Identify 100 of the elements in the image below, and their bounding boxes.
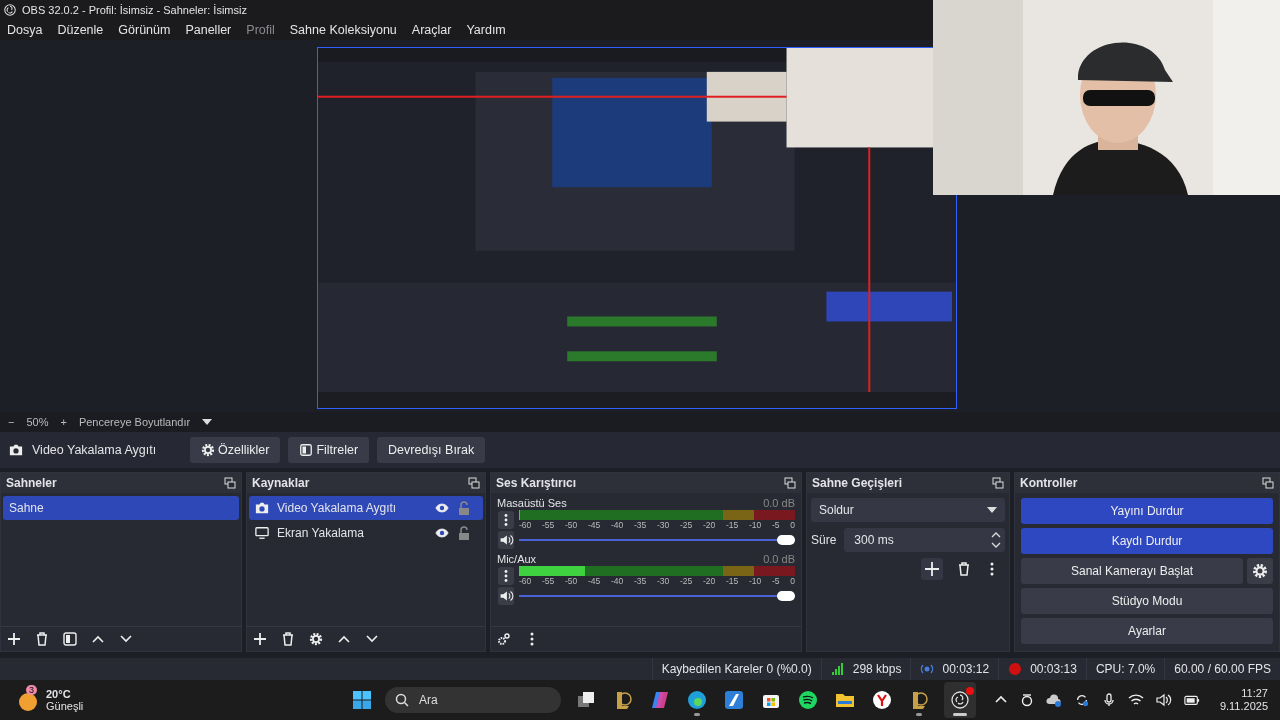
volume-slider[interactable] [519,590,795,602]
toolbar-button[interactable]: Devredışı Bırak [377,437,486,463]
scale-label: -45 [588,576,601,586]
menu-item[interactable]: Sahne Koleksiyonu [289,23,397,37]
scale-label: -40 [611,520,624,530]
transition-dropdown[interactable]: Soldur [811,498,1005,522]
zoom-in-button[interactable]: + [60,416,67,428]
scale-label: 0 [790,520,795,530]
zoom-level: 50% [26,416,49,428]
volume-slider[interactable] [519,534,795,546]
wifi-icon[interactable] [1127,693,1144,707]
menu-item[interactable]: Yardım [466,23,506,37]
speaker-icon[interactable] [497,587,515,605]
scale-label: -45 [588,520,601,530]
scale-label: -25 [680,520,693,530]
task-view-icon[interactable] [576,690,596,710]
volume-reading: 0.0 dB [763,553,795,565]
scale-label: -60 [519,576,532,586]
caret-down-icon[interactable] [202,419,213,425]
spin-arrows-icon[interactable] [991,530,1001,550]
record-time: 00:03:13 [1030,662,1077,676]
scale-label: -30 [657,576,670,586]
camera-lens-icon[interactable] [1019,693,1034,707]
cloud-icon[interactable] [1045,693,1062,707]
trash-icon[interactable] [35,632,49,646]
trash-icon[interactable] [957,562,971,576]
panel-title: Sahneler [6,476,57,490]
control-button[interactable]: Kaydı Durdur [1021,528,1273,554]
notification-badge: 3 [26,685,37,695]
clock-date[interactable]: 9.11.2025 [1219,700,1268,713]
browser-icon[interactable] [872,690,892,710]
scale-label: -35 [634,520,647,530]
channel-name: Masaüstü Ses [497,497,567,509]
undock-icon[interactable] [224,477,236,489]
scale-label: -15 [726,520,739,530]
undock-icon[interactable] [468,477,480,489]
source-name: Video Yakalama Aygıtı [277,501,398,515]
control-button[interactable]: Yayını Durdur [1021,498,1273,524]
slider-thumb[interactable] [777,535,795,545]
more-options-icon[interactable] [497,567,515,585]
undock-icon[interactable] [1262,477,1274,489]
filter-icon[interactable] [63,632,77,646]
add-icon[interactable] [921,558,943,580]
menu-item[interactable]: Araçlar [411,23,452,37]
gear-icon[interactable] [309,632,323,646]
start-icon[interactable] [352,690,372,710]
scene-item[interactable]: Sahne [3,496,239,520]
add-icon[interactable] [253,632,267,646]
volume-icon[interactable] [1155,693,1172,707]
more-options-icon[interactable] [497,511,515,529]
scale-label: -25 [680,576,693,586]
obs-logo-icon [4,4,16,16]
scale-label: -55 [542,576,555,586]
toolbar-button[interactable]: Filtreler [288,437,370,463]
trash-icon[interactable] [281,632,295,646]
source-item[interactable]: Ekran Yakalama [249,521,483,545]
eye-icon[interactable] [435,501,449,515]
caret-down-icon [987,507,997,513]
slider-thumb[interactable] [777,591,795,601]
settings-icon[interactable] [1247,558,1273,584]
control-button[interactable]: Stüdyo Modu [1021,588,1273,614]
add-icon[interactable] [7,632,21,646]
menu-item[interactable]: Görünüm [118,23,171,37]
clock-time[interactable]: 11:27 [1241,687,1268,700]
speaker-icon[interactable] [497,531,515,549]
menu-item[interactable]: Dosya [7,23,43,37]
control-button[interactable]: Sanal Kamerayı Başlat [1021,558,1243,584]
scale-label: -60 [519,520,532,530]
browser-icon[interactable] [687,690,707,710]
menu-item[interactable]: Düzenle [57,23,104,37]
panel-title: Kontroller [1020,476,1078,490]
scale-label: -40 [611,576,624,586]
panel-title: Kaynaklar [252,476,310,490]
lock-icon[interactable] [457,526,471,540]
scale-mode-dropdown[interactable]: Pencereye Boyutlandır [78,416,191,428]
signal-icon [830,662,845,676]
copilot-icon[interactable] [650,690,670,710]
zoom-out-button[interactable]: − [8,416,15,428]
selected-source-name: Video Yakalama Aygıtı [32,443,158,457]
recording-dot-icon [966,687,974,695]
microphone-icon[interactable] [1101,693,1116,707]
app-icon[interactable] [724,690,744,710]
source-item[interactable]: Video Yakalama Aygıtı [249,496,483,520]
undock-icon[interactable] [992,477,1004,489]
control-button[interactable]: Ayarlar [1021,618,1273,644]
search-field[interactable]: Ara [385,687,561,713]
menu-item[interactable]: Paneller [185,23,232,37]
eye-icon[interactable] [435,526,449,540]
obs-icon[interactable] [950,690,970,710]
advanced-settings-icon[interactable] [497,632,511,646]
battery-icon[interactable] [1183,693,1200,707]
scale-label: -20 [703,576,716,586]
window-title: OBS 32.0.2 - Profil: İsimsiz - Sahneler: İsimsiz [22,4,247,16]
sun-icon[interactable] [18,692,38,712]
music-app-icon[interactable] [798,690,818,710]
scale-label: -35 [634,576,647,586]
undock-icon[interactable] [784,477,796,489]
scale-label: -55 [542,520,555,530]
duration-field[interactable]: 300 ms [844,528,1005,552]
toolbar-button[interactable]: Özellikler [190,437,281,463]
